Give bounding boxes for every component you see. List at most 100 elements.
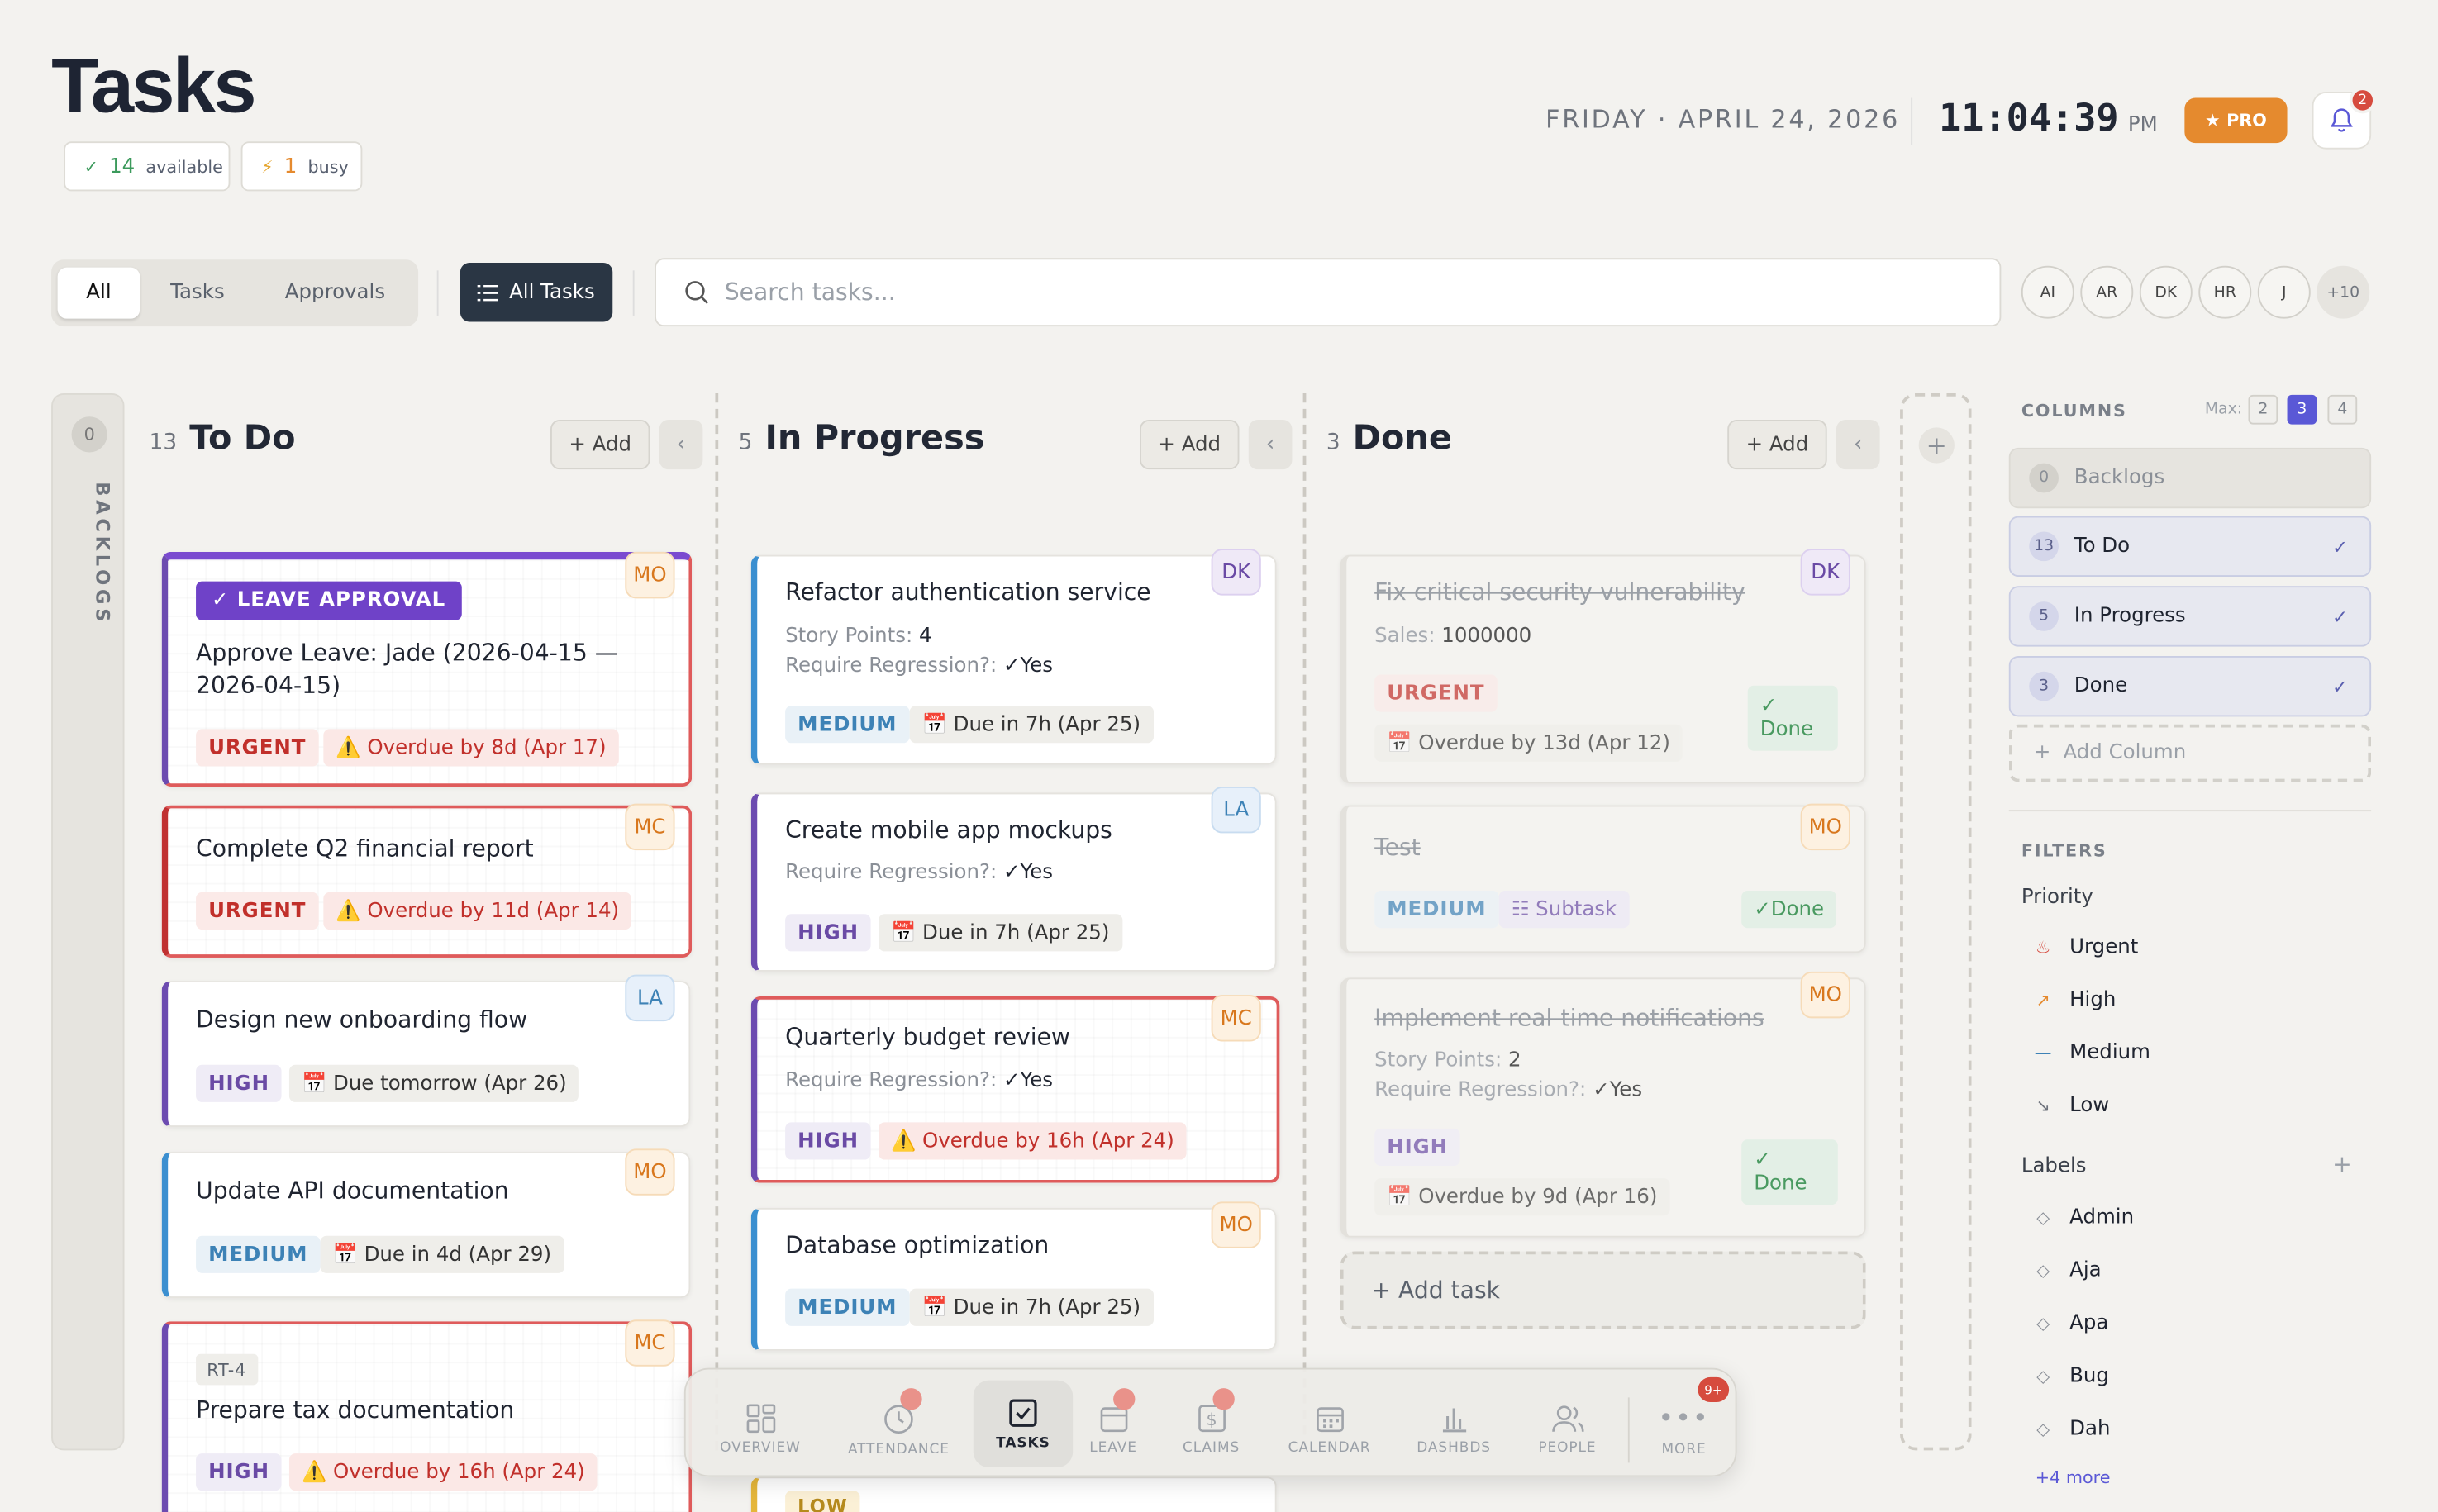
flame-icon: ♨: [2035, 937, 2051, 958]
assignee-avatar[interactable]: DK: [1211, 549, 1261, 596]
user-avatar-ai[interactable]: AI: [2021, 265, 2074, 319]
segment-all[interactable]: All: [57, 267, 140, 319]
dock-claims[interactable]: $ CLAIMS: [1161, 1391, 1260, 1469]
trend-up-icon: ↗: [2036, 990, 2050, 1010]
assignee-avatar[interactable]: MO: [1800, 803, 1850, 851]
filter-priority-medium[interactable]: — Medium: [2035, 1042, 2150, 1065]
column-divider: [1302, 392, 1307, 1451]
task-card[interactable]: Update API documentation MEDIUM 📅 Due in …: [161, 1148, 691, 1298]
collapse-done-button[interactable]: ‹: [1836, 419, 1880, 470]
dock-more[interactable]: ••• MORE: [1634, 1391, 1733, 1469]
segment-tasks[interactable]: Tasks: [152, 268, 242, 319]
calendar-icon: 📅: [301, 1072, 327, 1096]
checkbox-icon: [1009, 1398, 1037, 1426]
assignee-avatar[interactable]: MC: [625, 803, 675, 851]
column-toggle-todo[interactable]: 13 To Do ✓: [2008, 516, 2372, 577]
priority-badge: MEDIUM: [1374, 891, 1499, 929]
backlogs-rail[interactable]: 0 BACKLOGS: [51, 392, 125, 1451]
task-card[interactable]: RT-4 Prepare tax documentation HIGH ⚠️ Ov…: [161, 1319, 693, 1512]
calendar-icon: 📅: [891, 920, 917, 944]
filter-label[interactable]: ◇ Dah: [2036, 1418, 2110, 1441]
filter-label[interactable]: ◇ Admin: [2036, 1206, 2134, 1229]
clock-ampm: PM: [2127, 113, 2158, 137]
search-input[interactable]: [724, 278, 1938, 307]
task-title: Prepare tax documentation: [196, 1396, 515, 1424]
dock-overview[interactable]: OVERVIEW: [711, 1391, 810, 1469]
assignee-avatar[interactable]: DK: [1800, 549, 1850, 596]
filter-label[interactable]: ◇ Aja: [2036, 1259, 2101, 1282]
task-card[interactable]: Quarterly budget review Require Regressi…: [750, 995, 1280, 1183]
busy-pill[interactable]: ⚡ 1 busy: [240, 141, 363, 192]
assignee-avatar[interactable]: MC: [1211, 995, 1261, 1042]
user-avatar-hr[interactable]: HR: [2198, 265, 2252, 319]
priority-badge: LOW: [785, 1491, 860, 1512]
priority-badge: URGENT: [196, 892, 319, 930]
all-tasks-view-button[interactable]: All Tasks: [460, 262, 613, 322]
priority-badge: MEDIUM: [785, 1288, 910, 1326]
task-card[interactable]: ✓ LEAVE APPROVAL Approve Leave: Jade (20…: [161, 551, 693, 787]
max-option-4[interactable]: 4: [2327, 394, 2358, 425]
assignee-avatar[interactable]: LA: [1211, 786, 1261, 834]
task-card[interactable]: Implement real-time notifications Story …: [1340, 971, 1866, 1238]
add-column-placeholder[interactable]: +: [1900, 392, 1972, 1451]
max-option-2[interactable]: 2: [2248, 394, 2278, 425]
task-card[interactable]: Create mobile app mockups Require Regres…: [750, 786, 1277, 972]
column-toggle-in-progress[interactable]: 5 In Progress ✓: [2008, 586, 2372, 647]
assignee-avatar[interactable]: LA: [625, 974, 675, 1022]
column-toggle-done[interactable]: 3 Done ✓: [2008, 655, 2372, 717]
warning-icon: ⚠️: [336, 899, 361, 923]
filter-label[interactable]: ◇ Bug: [2036, 1365, 2109, 1388]
add-column-button[interactable]: + Add Column: [2008, 724, 2372, 782]
task-card[interactable]: Complete Q2 financial report URGENT ⚠️ Ov…: [161, 803, 693, 958]
assignee-avatar[interactable]: MO: [625, 551, 675, 599]
warning-icon: ⚠️: [301, 1460, 327, 1484]
filter-segment: All Tasks Approvals: [51, 259, 419, 327]
priority-badge: HIGH: [196, 1453, 283, 1491]
max-option-3[interactable]: 3: [2287, 394, 2317, 425]
column-toggle-backlogs[interactable]: 0 Backlogs: [2008, 447, 2372, 509]
user-avatar-dk[interactable]: DK: [2139, 265, 2193, 319]
dock-attendance[interactable]: ATTENDANCE: [843, 1391, 955, 1469]
assignee-avatar[interactable]: MO: [1800, 971, 1850, 1019]
add-task-in-progress-button[interactable]: + Add: [1140, 419, 1240, 470]
assignee-avatar[interactable]: MO: [1211, 1201, 1261, 1248]
add-task-todo-button[interactable]: + Add: [550, 419, 650, 470]
available-pill[interactable]: ✓ 14 available: [64, 141, 231, 192]
collapse-todo-button[interactable]: ‹: [659, 419, 703, 470]
task-card[interactable]: Design new onboarding flow HIGH 📅 Due tom…: [161, 974, 691, 1128]
task-card[interactable]: Fix critical security vulnerability Sale…: [1340, 549, 1866, 784]
add-label-button[interactable]: +: [2332, 1150, 2352, 1178]
add-task-button[interactable]: + Add task: [1340, 1251, 1866, 1329]
priority-badge: MEDIUM: [785, 706, 910, 744]
filter-label[interactable]: ◇ Apa: [2036, 1312, 2108, 1335]
priority-badge: URGENT: [196, 729, 319, 767]
tag-icon: ◇: [2036, 1366, 2050, 1387]
trend-down-icon: ↘: [2036, 1096, 2050, 1116]
dock-calendar[interactable]: CALENDAR: [1279, 1391, 1379, 1469]
assignee-avatar[interactable]: MO: [625, 1148, 675, 1196]
priority-badge: HIGH: [785, 1122, 872, 1160]
done-status-badge: ✓ Done: [1741, 891, 1837, 929]
add-task-done-button[interactable]: + Add: [1727, 419, 1827, 470]
task-card[interactable]: Database optimization MEDIUM 📅 Due in 7h …: [750, 1201, 1277, 1351]
user-avatar-j[interactable]: J: [2257, 265, 2311, 319]
filter-priority-high[interactable]: ↗ High: [2036, 989, 2116, 1012]
task-card[interactable]: LOW: [750, 1476, 1277, 1512]
assignee-avatar[interactable]: MC: [625, 1319, 675, 1367]
dock-people[interactable]: PEOPLE: [1517, 1391, 1617, 1469]
more-labels-link[interactable]: +4 more: [2036, 1467, 2111, 1487]
due-badge: ⚠️ Overdue by 16h (Apr 24): [288, 1453, 598, 1491]
more-users-button[interactable]: +10: [2317, 265, 2370, 319]
warning-icon: ⚠️: [336, 735, 361, 760]
segment-approvals[interactable]: Approvals: [269, 268, 401, 319]
task-card[interactable]: Test MEDIUM ☷ Subtask ✓ Done MO: [1340, 803, 1866, 953]
task-card[interactable]: Refactor authentication service Story Po…: [750, 549, 1277, 765]
dock-tasks[interactable]: TASKS: [973, 1380, 1074, 1468]
collapse-in-progress-button[interactable]: ‹: [1248, 419, 1293, 470]
filter-priority-low[interactable]: ↘ Low: [2036, 1095, 2109, 1118]
filter-priority-urgent[interactable]: ♨ Urgent: [2035, 936, 2138, 959]
pro-badge[interactable]: ★ PRO: [2184, 97, 2288, 144]
dock-dashboards[interactable]: DASHBDS: [1404, 1391, 1503, 1469]
user-avatar-ar[interactable]: AR: [2080, 265, 2134, 319]
priority-badge: MEDIUM: [196, 1235, 321, 1273]
